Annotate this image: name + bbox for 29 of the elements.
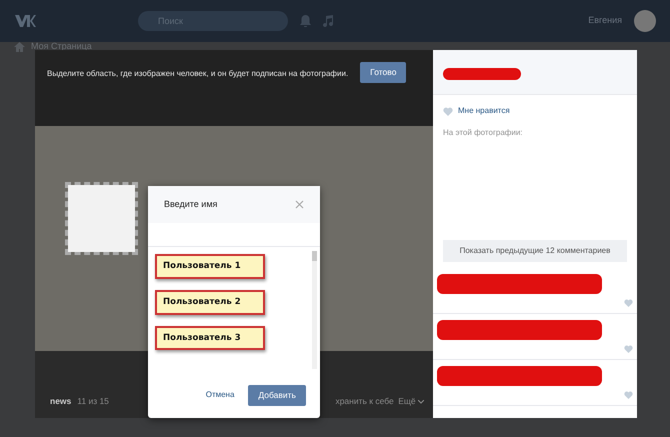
scrollbar[interactable] bbox=[312, 251, 317, 369]
name-input[interactable] bbox=[148, 223, 320, 247]
instruction-text: Выделите область, где изображен человек, и он будет подписан на фотографии. bbox=[47, 68, 348, 80]
selection-frame[interactable] bbox=[68, 185, 135, 252]
show-previous-button[interactable]: Показать предыдущие 12 комментариев bbox=[443, 240, 627, 262]
more-menu[interactable]: Ещё bbox=[398, 395, 424, 408]
heart-icon[interactable] bbox=[624, 299, 633, 307]
user-option[interactable]: Пользователь 1 bbox=[155, 254, 265, 279]
home-icon bbox=[14, 42, 25, 52]
heart-icon[interactable] bbox=[624, 345, 633, 353]
close-icon[interactable] bbox=[295, 200, 304, 209]
dialog-title: Введите имя bbox=[164, 198, 218, 211]
done-button[interactable]: Готово bbox=[360, 62, 406, 83]
cancel-button[interactable]: Отмена bbox=[206, 389, 234, 402]
save-link[interactable]: хранить к себе bbox=[335, 395, 394, 408]
bell-icon[interactable] bbox=[300, 15, 311, 27]
caret-icon bbox=[418, 400, 424, 404]
album-name[interactable]: news bbox=[50, 395, 72, 408]
photo-counter: 11 из 15 bbox=[77, 395, 109, 408]
tagged-label: На этой фотографии: bbox=[442, 127, 524, 139]
avatar[interactable] bbox=[634, 10, 656, 32]
user-option[interactable]: Пользователь 2 bbox=[155, 290, 265, 314]
music-icon[interactable] bbox=[323, 15, 334, 27]
like-link[interactable]: Мне нравится bbox=[458, 105, 510, 117]
logo-icon[interactable] bbox=[14, 14, 36, 28]
heart-icon[interactable] bbox=[443, 106, 453, 116]
user-option[interactable]: Пользователь 3 bbox=[155, 326, 265, 350]
add-button[interactable]: Добавить bbox=[248, 385, 306, 406]
heart-icon[interactable] bbox=[624, 391, 633, 399]
